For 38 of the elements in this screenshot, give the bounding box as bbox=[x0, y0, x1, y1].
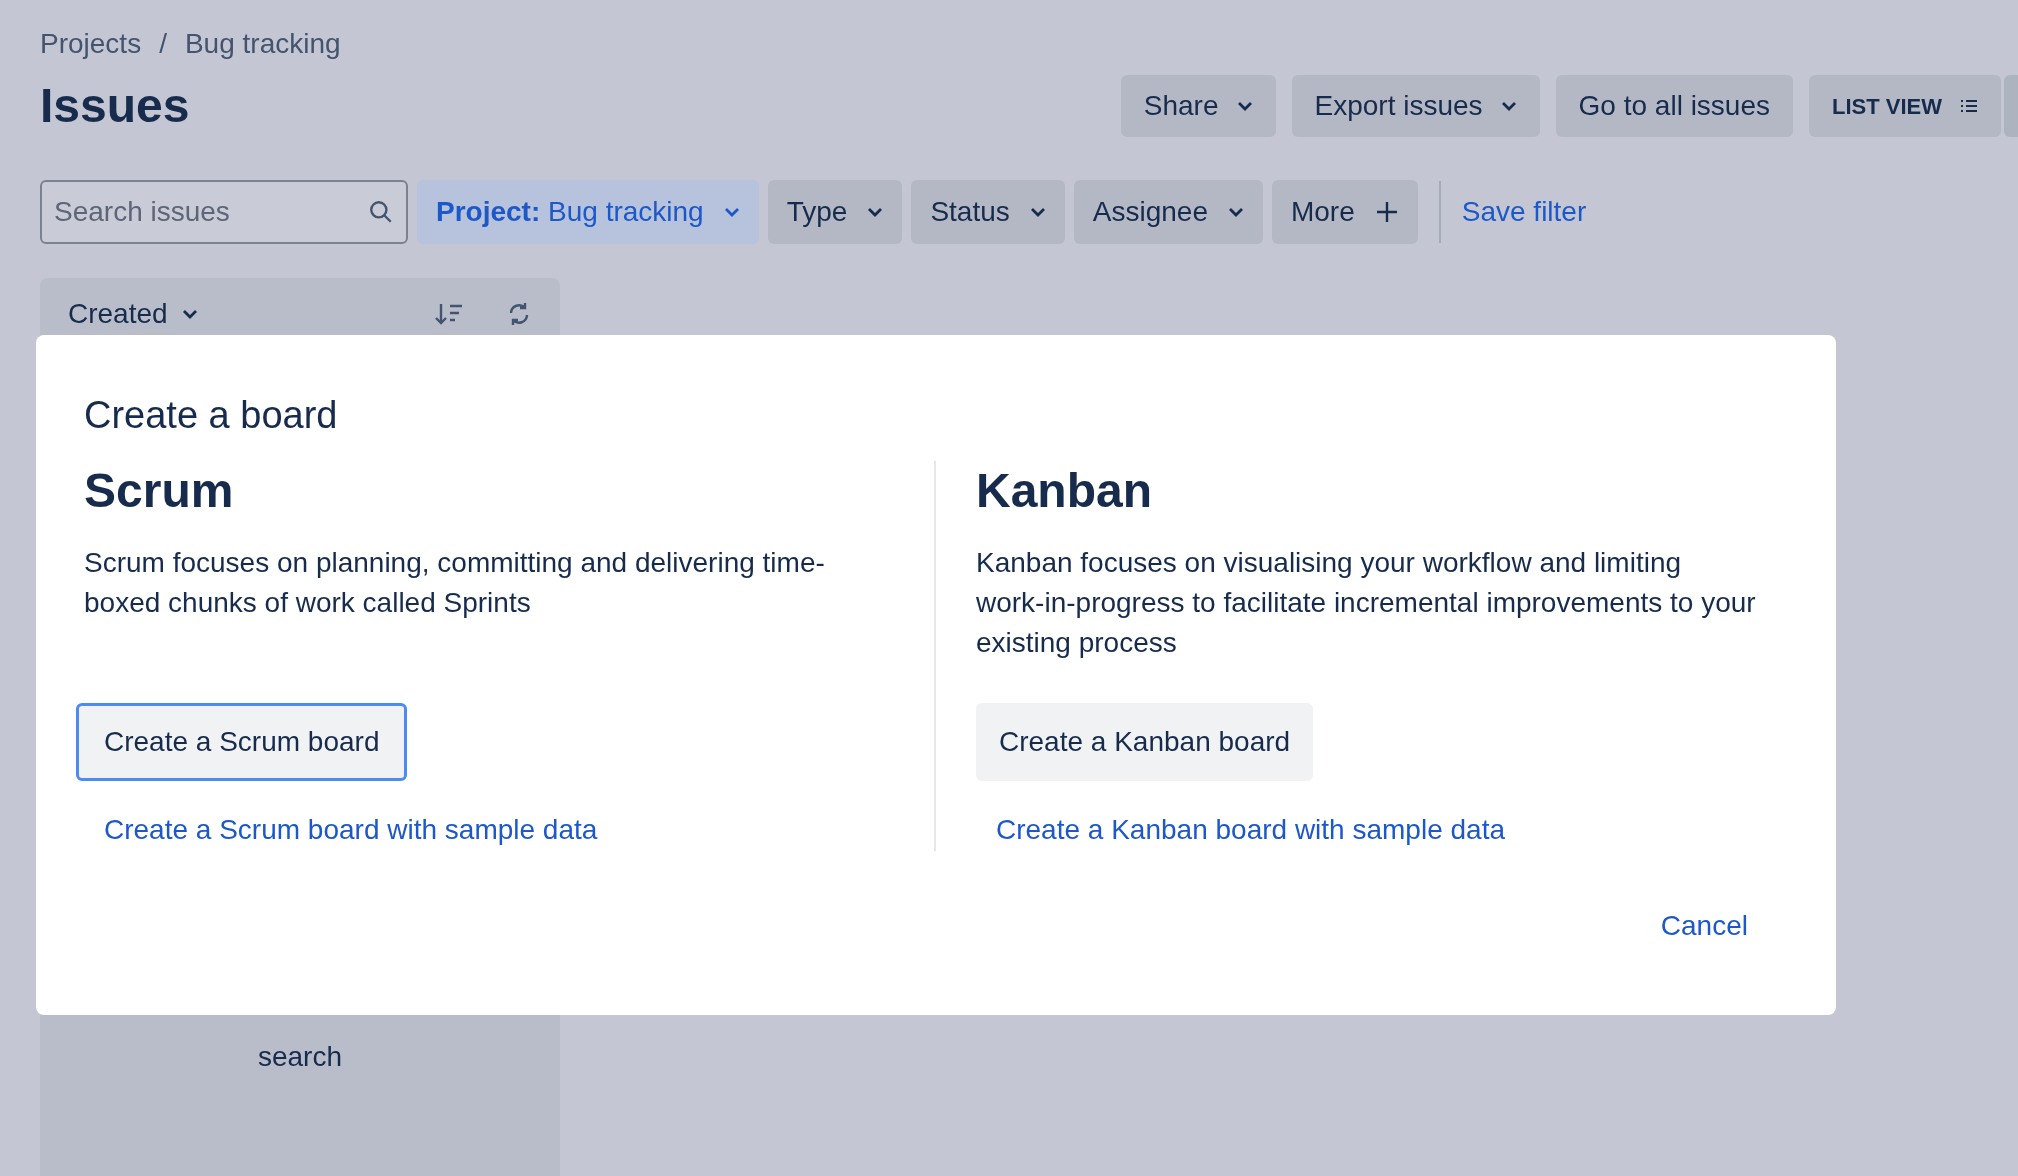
chevron-down-icon bbox=[1227, 207, 1244, 217]
list-icon bbox=[1960, 99, 1978, 113]
create-board-button[interactable]: Create a Scrum board bbox=[76, 703, 408, 781]
dropdown-button[interactable]: Share bbox=[1120, 75, 1276, 137]
view-switcher-button[interactable]: LIST VIEW bbox=[1809, 75, 2001, 137]
dialog-title: Create a board bbox=[84, 393, 339, 438]
dropdown-button[interactable]: Export issues bbox=[1291, 75, 1540, 137]
page-title: Issues bbox=[40, 78, 190, 134]
chevron-down-icon bbox=[1500, 101, 1517, 111]
create-board-button[interactable]: Create a Kanban board bbox=[976, 703, 1314, 781]
breadcrumb-link[interactable]: Bug tracking bbox=[184, 23, 341, 65]
sort-icon[interactable] bbox=[434, 301, 464, 327]
cancel-link[interactable]: Cancel bbox=[1660, 905, 1748, 947]
chevron-down-icon bbox=[1029, 207, 1046, 217]
more-filters-button[interactable]: More bbox=[1271, 180, 1418, 244]
sort-dropdown[interactable]: Created bbox=[68, 293, 198, 335]
sample-data-link[interactable]: Create a Kanban board with sample data bbox=[996, 809, 1505, 851]
search-field[interactable]: Search issues bbox=[40, 180, 408, 244]
chevron-down-icon bbox=[867, 207, 884, 217]
board-description: Scrum focuses on planning, committing and delivering time-boxed chunks of work called Sprints bbox=[84, 546, 826, 620]
filter-dropdown[interactable]: Type bbox=[767, 180, 903, 244]
plus-icon bbox=[1374, 200, 1399, 224]
breadcrumb-link[interactable]: Projects bbox=[40, 23, 142, 65]
empty-message: search bbox=[256, 1040, 343, 1074]
board-type-heading: Scrum bbox=[84, 463, 235, 519]
project-filter-button[interactable]: Project: Bug tracking bbox=[417, 180, 759, 244]
action-button[interactable]: Go to all issues bbox=[1555, 75, 1793, 137]
search-icon bbox=[368, 199, 394, 225]
sample-data-link[interactable]: Create a Scrum board with sample data bbox=[104, 809, 598, 851]
filter-dropdown[interactable]: Assignee bbox=[1073, 180, 1263, 244]
chevron-down-icon bbox=[181, 309, 198, 319]
chevron-down-icon bbox=[1236, 101, 1253, 111]
chevron-down-icon bbox=[723, 207, 740, 217]
filter-dropdown[interactable]: Status bbox=[911, 180, 1065, 244]
save-filter-link[interactable]: Save filter bbox=[1461, 191, 1587, 233]
breadcrumb-separator: / bbox=[159, 27, 167, 61]
board-description: Kanban focuses on visualising your workflow and limiting work-in-progress to facilitate incremental improvements to your existing process bbox=[976, 546, 1756, 660]
board-type-heading: Kanban bbox=[976, 463, 1153, 519]
